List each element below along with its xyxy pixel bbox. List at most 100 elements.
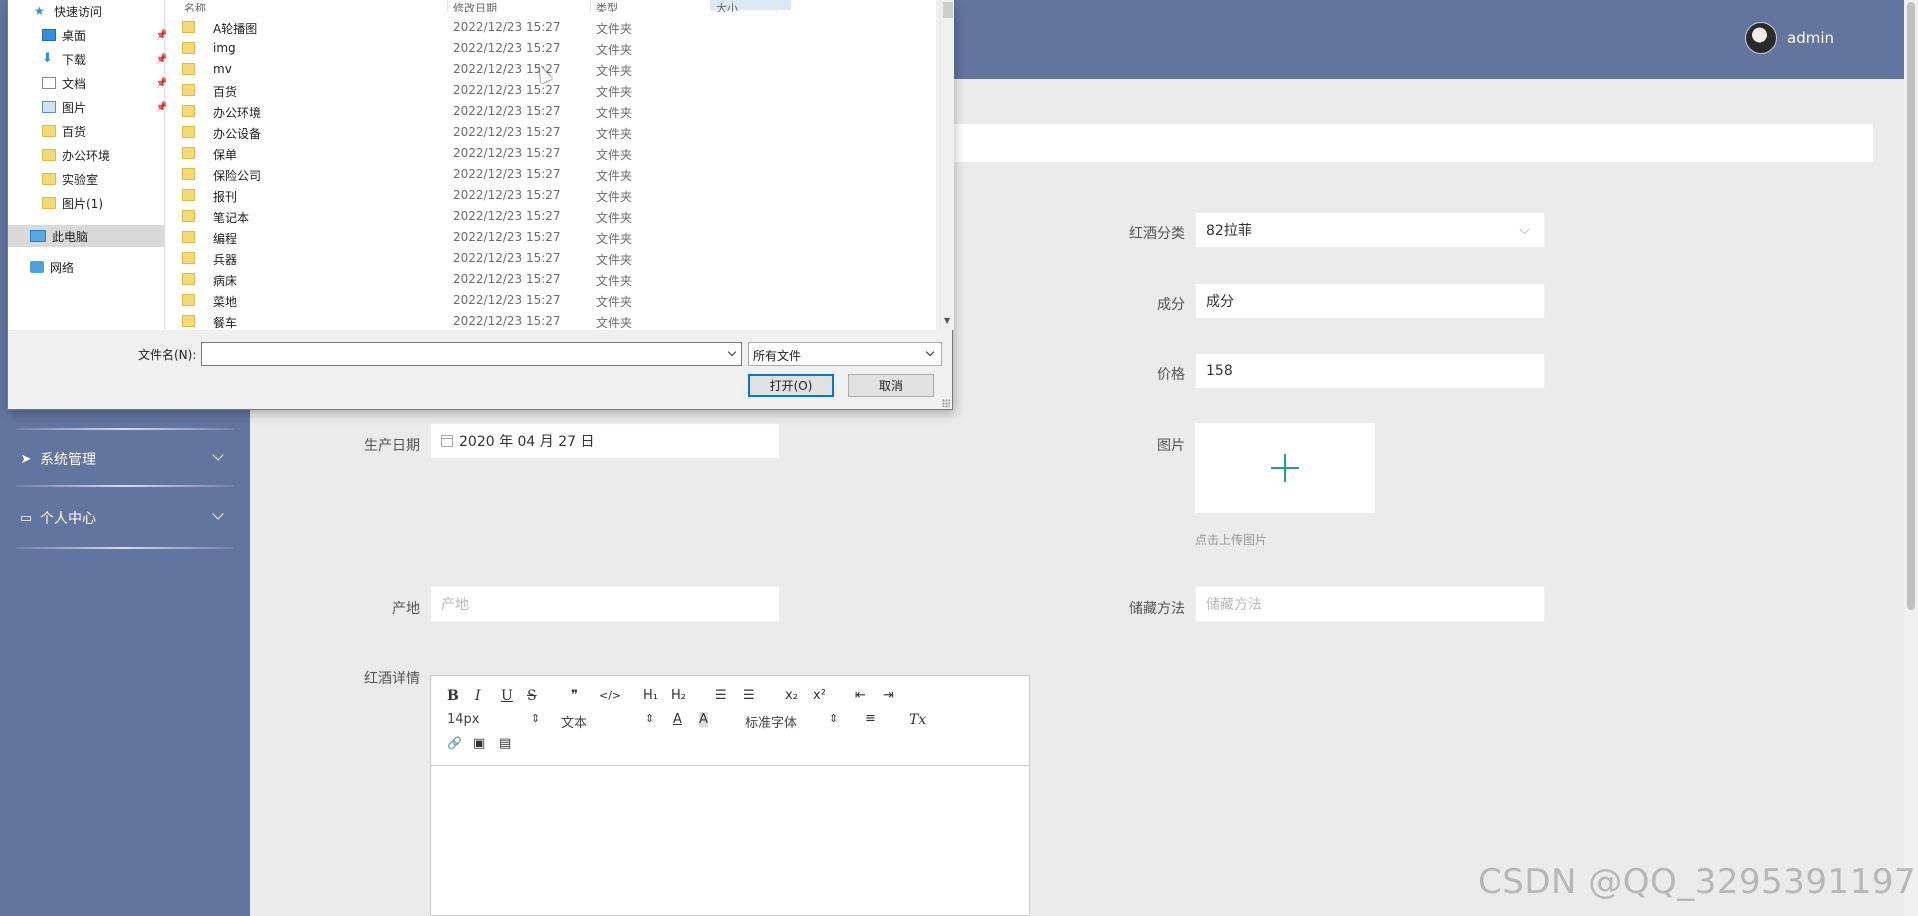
file-type: 文件夹: [596, 253, 633, 267]
file-row[interactable]: 菜地 2022/12/23 15:27 文件夹: [166, 290, 726, 311]
file-row[interactable]: img 2022/12/23 15:27 文件夹: [166, 38, 726, 59]
file-row[interactable]: mv 2022/12/23 15:27 文件夹: [166, 59, 726, 80]
file-name: 办公环境: [213, 106, 262, 120]
ingredient-label: 成分: [1157, 297, 1185, 313]
category-select[interactable]: 82拉菲: [1195, 212, 1545, 248]
chevron-down-icon[interactable]: [727, 347, 737, 357]
page-scrollbar[interactable]: [1904, 0, 1918, 916]
image-button[interactable]: ▣: [473, 736, 485, 751]
scrollbar-thumb[interactable]: [1907, 2, 1915, 610]
superscript-button[interactable]: x²: [813, 688, 826, 703]
background-color-button[interactable]: A: [699, 712, 708, 727]
chevron-down-icon[interactable]: ▼: [944, 316, 950, 325]
document-icon: [42, 77, 56, 89]
file-row[interactable]: 办公环境 2022/12/23 15:27 文件夹: [166, 101, 726, 122]
cancel-button[interactable]: 取消: [848, 374, 934, 397]
quote-button[interactable]: ❞: [571, 688, 578, 703]
image-upload[interactable]: [1195, 423, 1375, 513]
ingredient-input[interactable]: 成分: [1195, 283, 1545, 319]
watermark: CSDN @QQ_3295391197: [1478, 862, 1917, 902]
file-name: 报刊: [213, 190, 238, 204]
file-name: img: [213, 41, 236, 55]
italic-button[interactable]: I: [475, 688, 481, 704]
nav-folder-office[interactable]: 办公环境: [42, 145, 110, 165]
bullet-list-button[interactable]: ☰: [743, 688, 755, 703]
nav-documents[interactable]: 文档 📌: [42, 73, 172, 93]
origin-label: 产地: [392, 601, 420, 617]
strike-button[interactable]: S: [527, 688, 537, 704]
file-list-scrollbar[interactable]: ▼: [940, 0, 954, 330]
nav-folder-baihuo[interactable]: 百货: [42, 121, 86, 141]
column-header-date[interactable]: 修改日期: [453, 0, 497, 12]
username[interactable]: admin: [1787, 29, 1834, 47]
file-row[interactable]: A轮播图 2022/12/23 15:27 文件夹: [166, 17, 726, 38]
subscript-button[interactable]: x₂: [785, 688, 798, 703]
indent-button[interactable]: ⇥: [883, 688, 894, 703]
nav-network[interactable]: 网络: [30, 257, 74, 277]
file-name: mv: [213, 62, 232, 76]
font-select[interactable]: 标准字体: [745, 712, 838, 731]
file-row[interactable]: 编程 2022/12/23 15:27 文件夹: [166, 227, 726, 248]
desktop-icon: [42, 29, 56, 41]
file-list[interactable]: 名称 修改日期 类型 大小 A轮播图 2022/12/23 15:27 文件夹 img…: [166, 0, 936, 330]
file-date: 2022/12/23 15:27: [453, 125, 561, 139]
avatar[interactable]: [1745, 22, 1777, 54]
sidebar-item-label: 个人中心: [40, 511, 96, 527]
nav-folder-pictures1[interactable]: 图片(1): [42, 193, 103, 213]
open-file-dialog: ★ 快速访问 桌面 📌 ⬇ 下载 📌 文档 📌 图片 📌 百货 办公环境 实验室…: [7, 0, 954, 410]
format-select[interactable]: 文本: [561, 712, 654, 731]
user-menu[interactable]: admin: [1745, 22, 1834, 54]
nav-folder-lab[interactable]: 实验室: [42, 169, 98, 189]
align-button[interactable]: ≡: [865, 711, 876, 726]
file-row[interactable]: 兵器 2022/12/23 15:27 文件夹: [166, 248, 726, 269]
font-color-button[interactable]: A: [673, 712, 682, 727]
underline-button[interactable]: U: [501, 688, 513, 704]
open-button[interactable]: 打开(O): [748, 374, 834, 397]
video-button[interactable]: ▤: [499, 736, 511, 751]
file-row[interactable]: 百货 2022/12/23 15:27 文件夹: [166, 80, 726, 101]
price-input[interactable]: 158: [1195, 353, 1545, 389]
file-date: 2022/12/23 15:27: [453, 251, 561, 265]
sidebar-item-profile[interactable]: ▭ 个人中心: [18, 493, 230, 543]
column-header-type[interactable]: 类型: [596, 0, 618, 12]
h2-button[interactable]: H₂: [671, 688, 686, 703]
nav-downloads[interactable]: ⬇ 下载 📌: [42, 49, 172, 69]
card-icon: ▭: [19, 510, 33, 526]
file-row[interactable]: 报刊 2022/12/23 15:27 文件夹: [166, 185, 726, 206]
origin-input[interactable]: 产地: [430, 586, 780, 622]
nav-this-pc[interactable]: 此电脑: [30, 226, 88, 246]
size-select[interactable]: 14px: [447, 712, 539, 727]
file-row[interactable]: 保单 2022/12/23 15:27 文件夹: [166, 143, 726, 164]
clean-format-button[interactable]: Tx: [909, 712, 926, 728]
resize-grip[interactable]: [942, 399, 950, 407]
file-row[interactable]: 笔记本 2022/12/23 15:27 文件夹: [166, 206, 726, 227]
file-name: 保险公司: [213, 169, 262, 183]
file-row[interactable]: 餐车 2022/12/23 15:27 文件夹: [166, 311, 726, 332]
file-row[interactable]: 办公设备 2022/12/23 15:27 文件夹: [166, 122, 726, 143]
column-header-name[interactable]: 名称: [184, 0, 206, 12]
file-name: 百货: [213, 85, 238, 99]
file-type: 文件夹: [596, 232, 633, 246]
folder-icon: [182, 42, 195, 54]
column-header-size[interactable]: 大小: [716, 0, 738, 12]
storage-input[interactable]: 储藏方法: [1195, 586, 1545, 622]
file-row[interactable]: 保险公司 2022/12/23 15:27 文件夹: [166, 164, 726, 185]
ordered-list-button[interactable]: ☰: [715, 688, 727, 703]
sidebar-item-system[interactable]: ➤ 系统管理: [18, 434, 230, 484]
file-row[interactable]: 病床 2022/12/23 15:27 文件夹: [166, 269, 726, 290]
code-button[interactable]: </>: [599, 689, 621, 702]
filename-input[interactable]: [201, 342, 742, 366]
bold-button[interactable]: B: [447, 688, 459, 704]
nav-pictures[interactable]: 图片 📌: [42, 97, 172, 117]
nav-desktop[interactable]: 桌面 📌: [42, 25, 172, 45]
h1-button[interactable]: H₁: [643, 688, 658, 703]
sidebar-divider: [16, 485, 234, 487]
date-picker[interactable]: 2020 年 04 月 27 日: [430, 423, 780, 459]
outdent-button[interactable]: ⇤: [855, 688, 866, 703]
file-type-filter[interactable]: 所有文件: [748, 342, 942, 366]
rich-text-editor[interactable]: B I U S ❞ </> H₁ H₂ ☰ ☰ x₂ x² ⇤ ⇥ 14px 文…: [430, 675, 1030, 916]
nav-quick-access[interactable]: ★ 快速访问: [34, 1, 102, 21]
scrollbar-thumb[interactable]: [943, 2, 953, 18]
nav-label: 此电脑: [52, 229, 89, 244]
link-button[interactable]: 🔗: [447, 736, 462, 750]
